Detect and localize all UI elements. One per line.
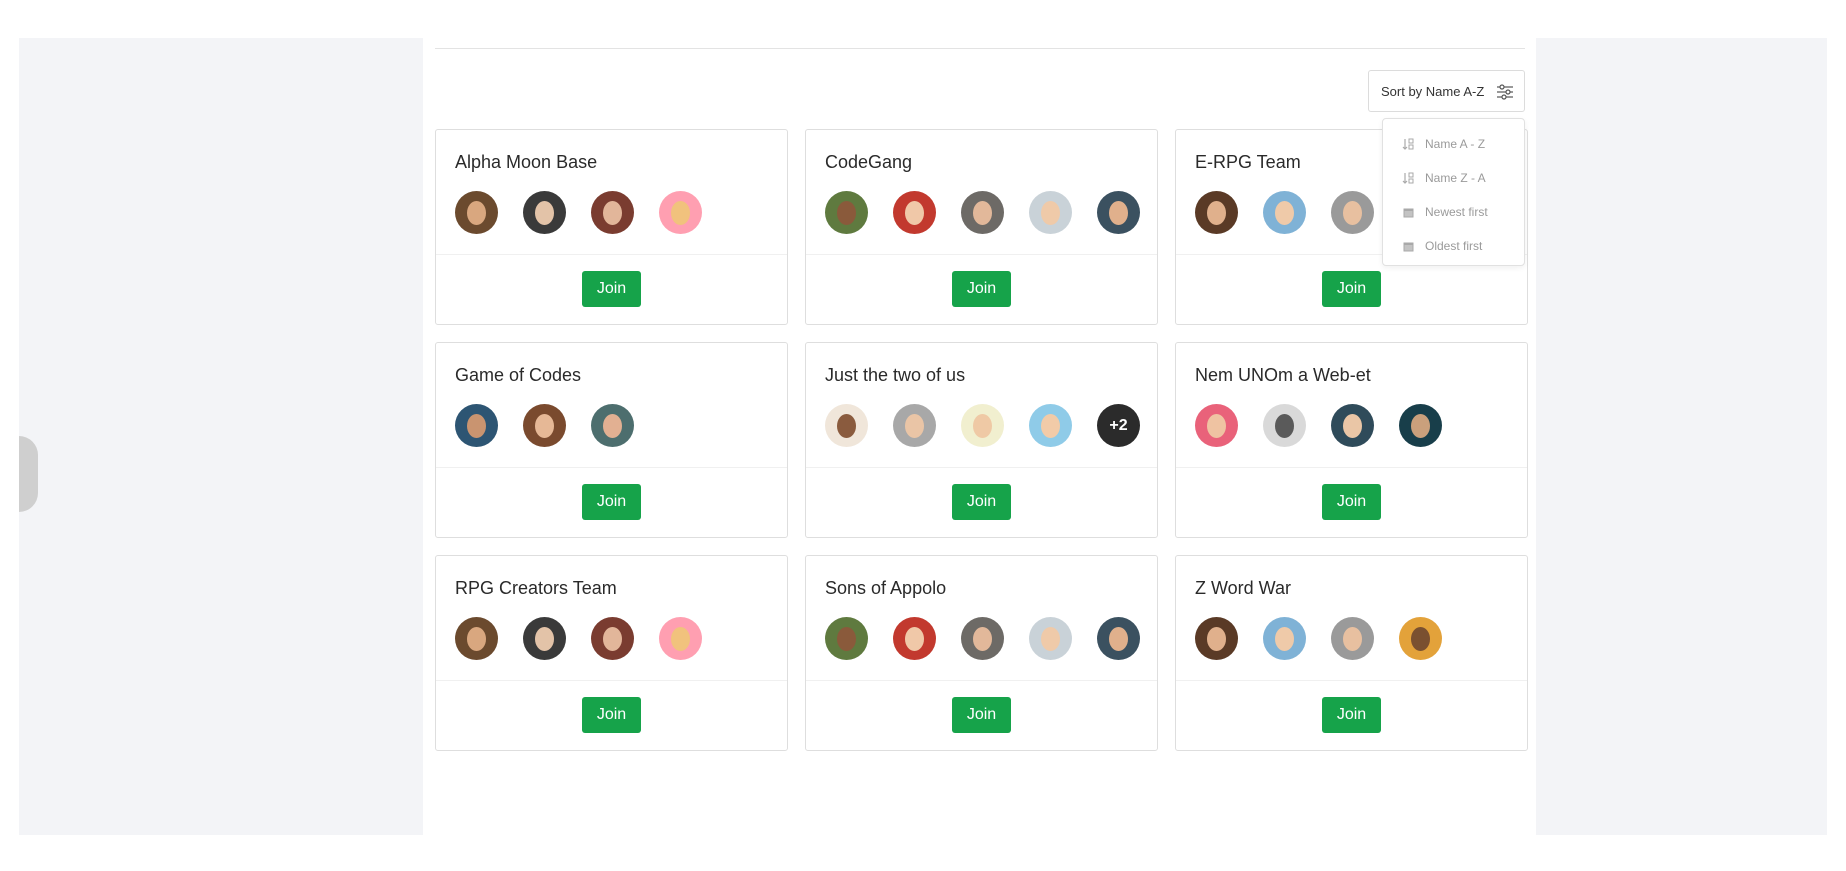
sort-button[interactable]: Sort by Name A-Z [1368, 70, 1525, 112]
sort-option-label: Name A - Z [1425, 137, 1486, 151]
card-divider [1176, 680, 1527, 681]
avatar [1195, 617, 1238, 660]
avatar [893, 404, 936, 447]
sort-option[interactable]: Oldest first [1383, 229, 1524, 263]
avatar [1029, 617, 1072, 660]
header-divider [435, 48, 1525, 49]
sliders-icon [1497, 84, 1513, 100]
join-button[interactable]: Join [952, 271, 1011, 307]
team-card: Z Word War Join [1175, 555, 1528, 751]
avatar [455, 191, 498, 234]
join-button[interactable]: Join [952, 484, 1011, 520]
avatar [1195, 191, 1238, 234]
team-name: E-RPG Team [1195, 152, 1301, 172]
team-card: Game of Codes Join [435, 342, 788, 538]
sort-za-icon [1401, 171, 1415, 185]
avatar [1195, 404, 1238, 447]
main-content: Sort by Name A-Z Alpha Moon Base Join Code… [423, 38, 1536, 835]
avatar [1263, 191, 1306, 234]
avatar [1029, 191, 1072, 234]
card-divider [436, 254, 787, 255]
sort-az-icon [1401, 137, 1415, 151]
join-button[interactable]: Join [1322, 271, 1381, 307]
calendar-icon [1401, 205, 1415, 219]
member-avatars [455, 191, 727, 235]
avatar [591, 404, 634, 447]
team-name: Z Word War [1195, 578, 1292, 598]
sort-button-label: Sort by Name A-Z [1381, 83, 1485, 99]
sort-option-label: Oldest first [1425, 239, 1483, 253]
member-avatars [1195, 617, 1467, 661]
avatar [893, 191, 936, 234]
member-avatars [455, 617, 727, 661]
avatar [893, 617, 936, 660]
card-divider [436, 680, 787, 681]
member-avatars [825, 617, 1165, 661]
sort-option-label: Name Z - A [1425, 171, 1486, 185]
join-button[interactable]: Join [1322, 484, 1381, 520]
avatar [523, 617, 566, 660]
card-divider [436, 467, 787, 468]
sort-option[interactable]: Newest first [1383, 195, 1524, 229]
avatar [825, 191, 868, 234]
avatar [961, 404, 1004, 447]
avatar [1331, 191, 1374, 234]
team-card: CodeGang Join [805, 129, 1158, 325]
join-button[interactable]: Join [952, 697, 1011, 733]
avatar [1029, 404, 1072, 447]
team-card: Just the two of us +2 Join [805, 342, 1158, 538]
avatar [659, 617, 702, 660]
avatar [591, 191, 634, 234]
member-avatars [825, 191, 1165, 235]
avatar [961, 191, 1004, 234]
card-divider [806, 680, 1157, 681]
team-name: Nem UNOm a Web-et [1195, 365, 1371, 385]
sort-option-label: Newest first [1425, 205, 1488, 219]
sort-option[interactable]: Name Z - A [1383, 161, 1524, 195]
team-name: Sons of Appolo [825, 578, 947, 598]
avatar [825, 617, 868, 660]
team-name: Game of Codes [455, 365, 582, 385]
team-card: Sons of Appolo Join [805, 555, 1158, 751]
sort-dropdown-menu: Name A - Z Name Z - A Newest first Oldest f… [1382, 118, 1525, 266]
team-card: Nem UNOm a Web-et Join [1175, 342, 1528, 538]
more-members-badge: +2 [1097, 404, 1140, 447]
team-name: Alpha Moon Base [455, 152, 598, 172]
avatar [455, 617, 498, 660]
team-card: RPG Creators Team Join [435, 555, 788, 751]
join-button[interactable]: Join [582, 484, 641, 520]
avatar [1331, 404, 1374, 447]
team-name: CodeGang [825, 152, 913, 172]
avatar [523, 404, 566, 447]
avatar [1097, 191, 1140, 234]
avatar [1263, 404, 1306, 447]
avatar [523, 191, 566, 234]
avatar [591, 617, 634, 660]
avatar [1399, 617, 1442, 660]
avatar [455, 404, 498, 447]
sidebar-toggle-handle[interactable] [19, 436, 38, 512]
avatar [961, 617, 1004, 660]
avatar [1331, 617, 1374, 660]
team-name: Just the two of us [825, 365, 966, 385]
calendar-icon [1401, 239, 1415, 253]
join-button[interactable]: Join [582, 271, 641, 307]
team-name: RPG Creators Team [455, 578, 617, 598]
team-card: Alpha Moon Base Join [435, 129, 788, 325]
sort-option[interactable]: Name A - Z [1383, 127, 1524, 161]
avatar [1399, 404, 1442, 447]
avatar [1263, 617, 1306, 660]
avatar [825, 404, 868, 447]
card-divider [806, 467, 1157, 468]
member-avatars [1195, 404, 1467, 448]
member-avatars [455, 404, 659, 448]
card-divider [806, 254, 1157, 255]
avatar [659, 191, 702, 234]
join-button[interactable]: Join [1322, 697, 1381, 733]
member-avatars: +2 [825, 404, 1165, 448]
join-button[interactable]: Join [582, 697, 641, 733]
card-divider [1176, 467, 1527, 468]
avatar [1097, 617, 1140, 660]
